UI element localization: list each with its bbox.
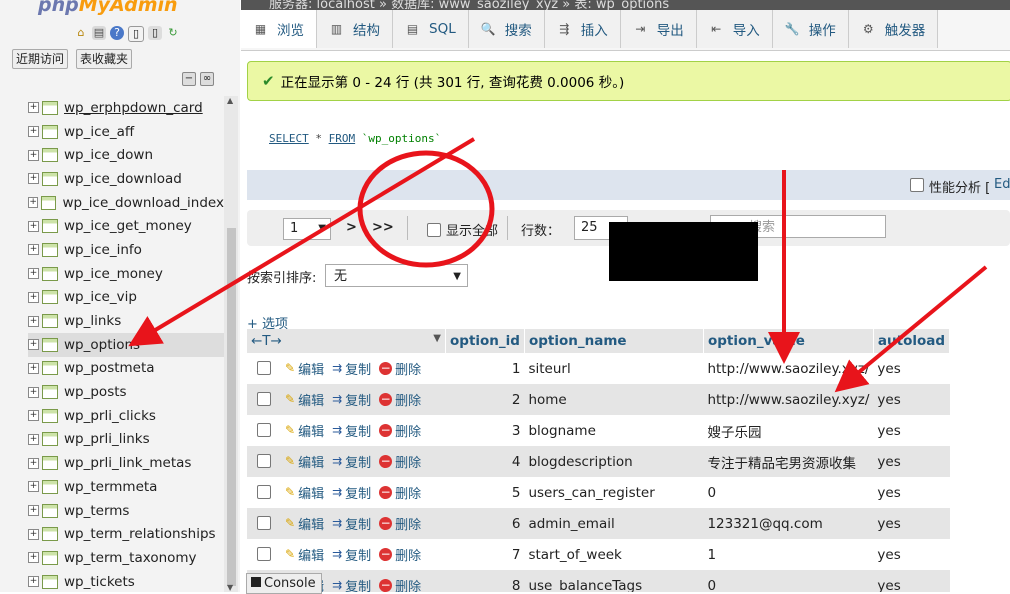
annotation-overlay bbox=[128, 137, 988, 393]
annotation-arrow bbox=[834, 265, 988, 393]
annotation-arrow bbox=[128, 137, 476, 347]
